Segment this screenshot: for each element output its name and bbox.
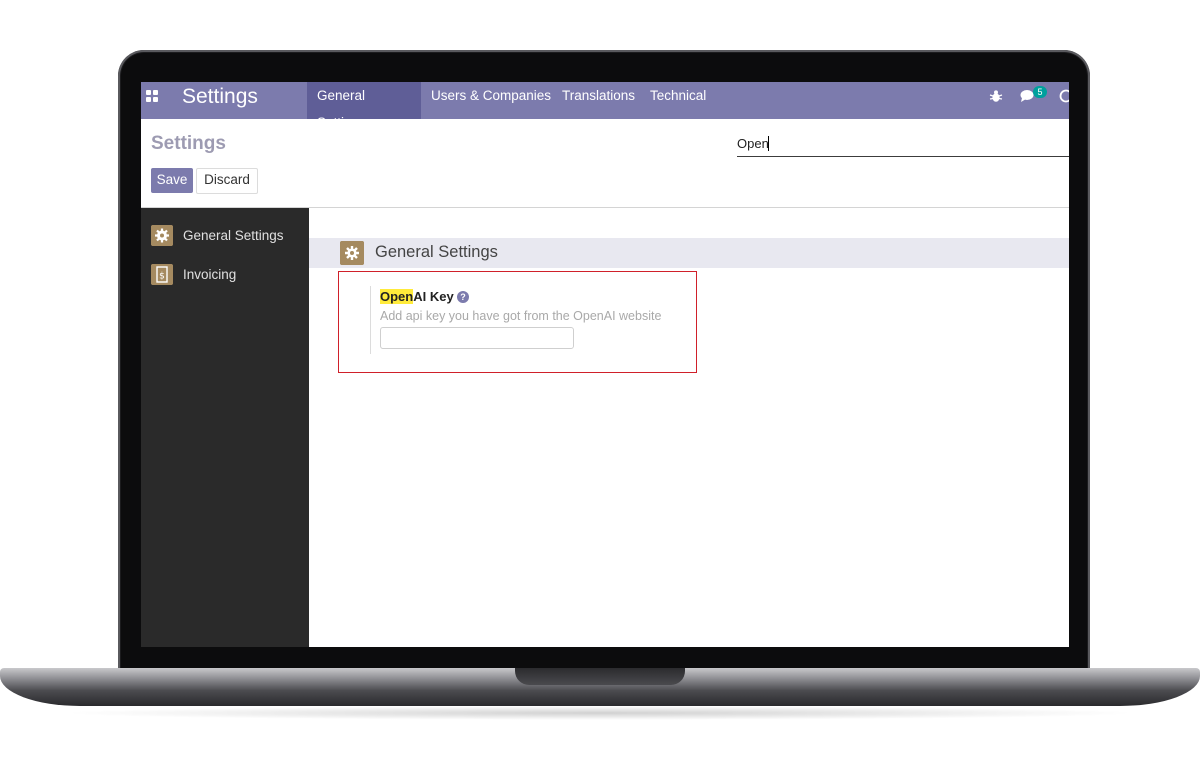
chat-count-badge: 5 <box>1033 86 1047 98</box>
nav-general-settings[interactable]: General Settings <box>307 82 421 130</box>
sidebar-item-general-settings[interactable]: General Settings <box>141 222 309 254</box>
setting-label-rest: AI Key <box>413 289 454 304</box>
search-highlight: Open <box>380 289 414 304</box>
clock-icon[interactable] <box>1059 89 1069 103</box>
apps-grid-icon[interactable] <box>146 90 160 104</box>
sidebar-item-label: General Settings <box>183 228 284 243</box>
page-title: Settings <box>151 133 226 154</box>
gear-icon <box>151 225 173 246</box>
sidebar-item-invoicing[interactable]: $ Invoicing <box>141 261 309 293</box>
openai-key-input[interactable] <box>380 327 574 349</box>
screen: Settings General Settings Users & Compan… <box>141 82 1069 647</box>
nav-translations[interactable]: Translations <box>552 82 645 119</box>
search-input[interactable] <box>737 133 1057 153</box>
svg-text:$: $ <box>159 272 165 282</box>
save-button[interactable]: Save <box>151 168 193 193</box>
nav-technical[interactable]: Technical <box>640 82 716 119</box>
section-header: General Settings <box>309 238 1069 268</box>
setting-divider <box>370 286 371 354</box>
bug-icon[interactable] <box>989 89 1003 103</box>
nav-users-companies[interactable]: Users & Companies <box>421 82 561 119</box>
settings-sidebar: General Settings $ Invoicing <box>141 208 309 647</box>
search-bar <box>737 133 1069 157</box>
sidebar-item-label: Invoicing <box>183 267 237 282</box>
setting-description: Add api key you have got from the OpenAI… <box>380 309 662 323</box>
laptop-shadow <box>60 706 1140 720</box>
gear-icon <box>340 241 364 265</box>
help-icon[interactable]: ? <box>457 291 469 303</box>
invoice-icon: $ <box>151 264 173 285</box>
section-title: General Settings <box>375 243 498 261</box>
text-caret <box>768 136 769 151</box>
discard-button[interactable]: Discard <box>196 168 258 194</box>
top-navbar: Settings General Settings Users & Compan… <box>141 82 1069 130</box>
app-brand: Settings <box>182 85 258 108</box>
laptop-notch <box>515 668 685 685</box>
setting-label: OpenAI Key <box>380 289 454 304</box>
